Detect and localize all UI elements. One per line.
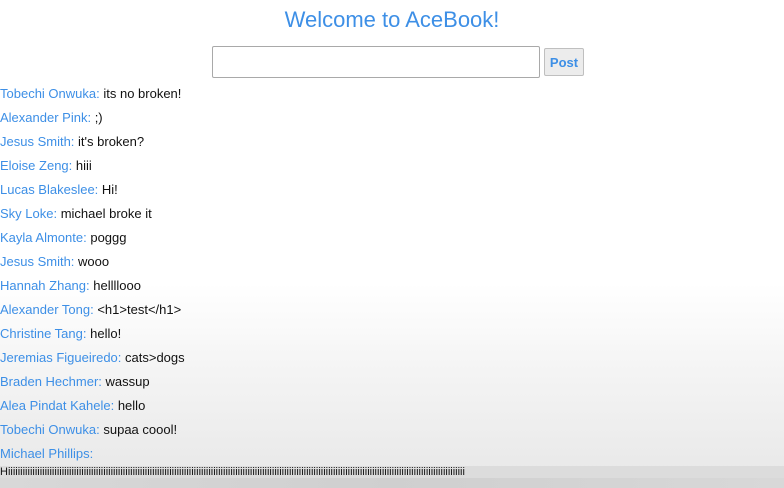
feed-item: Alexander Tong: <h1>test</h1>: [0, 300, 784, 324]
feed-message: hiii: [75, 158, 92, 173]
feed-message: hellllooo: [93, 278, 141, 293]
feed-author: Alexander Tong:: [0, 302, 94, 317]
feed-item: Braden Hechmer: wassup: [0, 372, 784, 396]
page-title: Welcome to AceBook!: [284, 7, 500, 32]
bottom-strip: Hiiiiiiiiiiiiiiiiiiiiiiiiiiiiiiiiiiiiiii…: [0, 466, 784, 488]
feed-item: Jesus Smith: it's broken?: [0, 132, 784, 156]
post-composer: Post: [212, 46, 584, 78]
feed-item: Alea Pindat Kahele: hello: [0, 396, 784, 420]
feed-message: ;): [94, 110, 103, 125]
feed-item: Tobechi Onwuka: its no broken!: [0, 84, 784, 108]
feed-author: Christine Tang:: [0, 326, 87, 341]
feed-author: Michael Phillips:: [0, 446, 94, 461]
feed-message: poggg: [90, 230, 127, 245]
feed-author: Tobechi Onwuka:: [0, 86, 100, 101]
feed-message: its no broken!: [103, 86, 182, 101]
post-input[interactable]: [212, 46, 540, 78]
feed-item: Sky Loke: michael broke it: [0, 204, 784, 228]
feed-author: Lucas Blakeslee:: [0, 182, 99, 197]
feed-item: Jeremias Figueiredo: cats>dogs: [0, 348, 784, 372]
feed-message: <h1>test</h1>: [97, 302, 182, 317]
header: Welcome to AceBook!: [0, 0, 784, 40]
feed-message: hello!: [90, 326, 122, 341]
overflow-message: Hiiiiiiiiiiiiiiiiiiiiiiiiiiiiiiiiiiiiiii…: [0, 466, 465, 478]
feed-message: wassup: [105, 374, 150, 389]
feed-author: Hannah Zhang:: [0, 278, 90, 293]
post-button[interactable]: Post: [544, 48, 584, 76]
feed-author: Eloise Zeng:: [0, 158, 73, 173]
feed-item: Hannah Zhang: hellllooo: [0, 276, 784, 300]
feed-item: Lucas Blakeslee: Hi!: [0, 180, 784, 204]
feed-item: Kayla Almonte: poggg: [0, 228, 784, 252]
feed-author: Jesus Smith:: [0, 134, 75, 149]
feed-message: hello: [117, 398, 146, 413]
feed-author: Alexander Pink:: [0, 110, 92, 125]
feed-message: supaa coool!: [103, 422, 178, 437]
feed-item: Christine Tang: hello!: [0, 324, 784, 348]
feed-item: Tobechi Onwuka: supaa coool!: [0, 420, 784, 444]
feed-item: Jesus Smith: wooo: [0, 252, 784, 276]
feed-message: cats>dogs: [125, 350, 185, 365]
horizontal-scrollbar[interactable]: [0, 478, 784, 488]
feed-author: Tobechi Onwuka:: [0, 422, 100, 437]
feed-item: Alexander Pink: ;): [0, 108, 784, 132]
feed-author: Braden Hechmer:: [0, 374, 102, 389]
feed-author: Jeremias Figueiredo:: [0, 350, 122, 365]
feed-message: wooo: [78, 254, 110, 269]
feed-author: Kayla Almonte:: [0, 230, 87, 245]
message-feed: Tobechi Onwuka: its no broken! Alexander…: [0, 84, 784, 468]
feed-message: it's broken?: [78, 134, 145, 149]
feed-message: michael broke it: [60, 206, 152, 221]
feed-author: Sky Loke:: [0, 206, 58, 221]
feed-message: Hi!: [101, 182, 118, 197]
feed-author: Alea Pindat Kahele:: [0, 398, 115, 413]
feed-author: Jesus Smith:: [0, 254, 75, 269]
feed-item: Michael Phillips:: [0, 444, 784, 468]
feed-item: Eloise Zeng: hiii: [0, 156, 784, 180]
